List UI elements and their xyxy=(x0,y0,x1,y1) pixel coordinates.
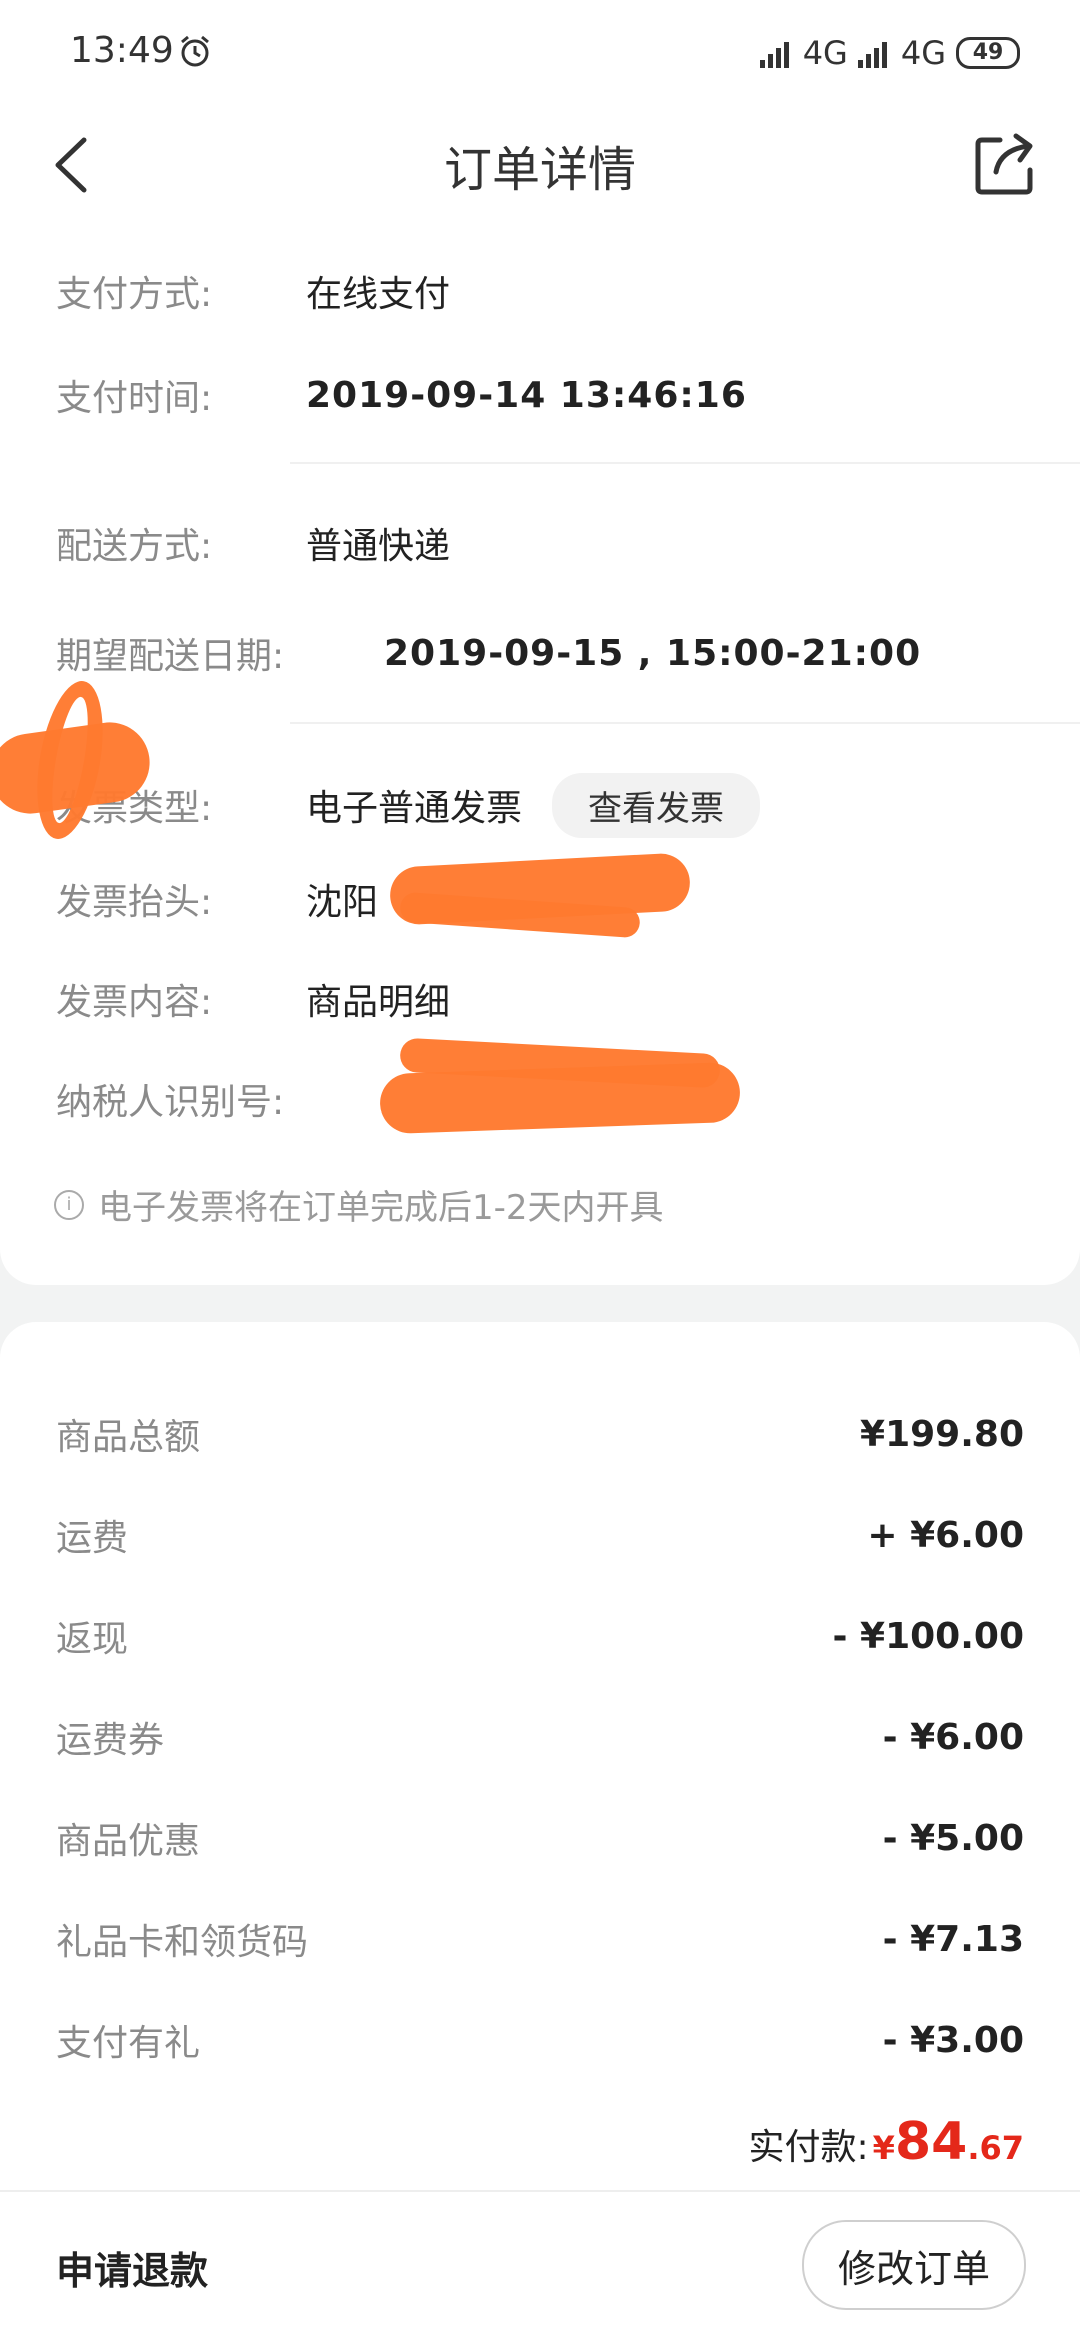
invoice-type-value: 电子普通发票 xyxy=(306,788,523,829)
amount-value: ¥199.80 xyxy=(860,1413,1024,1455)
amount-label: 商品优惠 xyxy=(56,1821,201,1862)
network-type-2: 4G xyxy=(900,34,946,72)
status-time: 13:49 xyxy=(70,30,174,71)
amount-label: 礼品卡和领货码 xyxy=(56,1922,309,1963)
total-paid-label: 实付款: xyxy=(748,2127,869,2168)
amount-label: 返现 xyxy=(56,1619,129,1660)
order-info-card: 支付方式: 在线支付 支付时间: 2019-09-14 13:46:16 配送方… xyxy=(0,240,1080,1285)
amount-value: - ¥6.00 xyxy=(882,1716,1024,1758)
share-icon[interactable] xyxy=(970,126,1042,198)
delivery-method-value: 普通快递 xyxy=(306,526,451,567)
invoice-content-label: 发票内容: xyxy=(56,982,213,1023)
amount-row: 支付有礼 - ¥3.00 xyxy=(56,2014,1024,2066)
invoice-title-value: 沈阳 xyxy=(306,882,379,923)
amount-row: 商品总额 ¥199.80 xyxy=(56,1408,1024,1460)
signal-icon xyxy=(759,38,789,68)
payment-method-value: 在线支付 xyxy=(306,274,451,315)
invoice-note: i 电子发票将在订单完成后1-2天内开具 xyxy=(54,1180,664,1229)
bottom-action-bar: 申请退款 修改订单 xyxy=(0,2190,1080,2342)
amount-value: + ¥6.00 xyxy=(867,1514,1024,1556)
delivery-method-label: 配送方式: xyxy=(56,526,213,567)
status-indicators: 4G 4G 49 xyxy=(759,34,1020,72)
battery-icon: 49 xyxy=(956,37,1020,69)
amount-row: 商品优惠 - ¥5.00 xyxy=(56,1812,1024,1864)
divider xyxy=(290,722,1080,724)
payment-time-value: 2019-09-14 13:46:16 xyxy=(306,374,747,416)
invoice-title-label: 发票抬头: xyxy=(56,882,213,923)
delivery-date-label: 期望配送日期: xyxy=(56,636,285,677)
amount-value: - ¥5.00 xyxy=(882,1817,1024,1859)
total-paid: 实付款: ¥ 84 .67 xyxy=(749,2112,1024,2172)
amount-label: 运费券 xyxy=(56,1720,165,1761)
amount-card: 商品总额 ¥199.80 运费 + ¥6.00 返现 - ¥100.00 运费券… xyxy=(0,1322,1080,2192)
amount-label: 支付有礼 xyxy=(56,2023,201,2064)
total-integer: 84 xyxy=(894,2112,968,2172)
delivery-date-value: 2019-09-15 , 15:00-21:00 xyxy=(384,632,922,674)
amount-label: 商品总额 xyxy=(56,1417,201,1458)
status-bar: 13:49 4G 4G 49 xyxy=(0,0,1080,110)
signal-icon xyxy=(857,38,887,68)
tax-id-label: 纳税人识别号: xyxy=(56,1082,285,1123)
payment-method-label: 支付方式: xyxy=(56,274,213,315)
invoice-type-row: 发票类型: 电子普通发票 查看发票 xyxy=(56,760,1024,850)
divider xyxy=(290,462,1080,464)
apply-refund-button[interactable]: 申请退款 xyxy=(56,2240,208,2295)
alarm-icon xyxy=(181,35,209,67)
total-decimal: .67 xyxy=(967,2129,1024,2167)
amount-row: 运费 + ¥6.00 xyxy=(56,1509,1024,1561)
network-type-1: 4G xyxy=(802,34,848,72)
amount-row: 运费券 - ¥6.00 xyxy=(56,1711,1024,1763)
invoice-note-text: 电子发票将在订单完成后1-2天内开具 xyxy=(98,1188,664,1228)
invoice-content-value: 商品明细 xyxy=(306,982,451,1023)
amount-value: - ¥7.13 xyxy=(882,1918,1024,1960)
delivery-date-row: 期望配送日期: 2019-09-15 , 15:00-21:00 xyxy=(56,618,1024,688)
amount-value: - ¥3.00 xyxy=(882,2019,1024,2061)
payment-method-row: 支付方式: 在线支付 xyxy=(56,256,1024,326)
header: 订单详情 xyxy=(0,110,1080,240)
modify-order-button[interactable]: 修改订单 xyxy=(802,2220,1026,2310)
total-currency: ¥ xyxy=(872,2129,895,2167)
invoice-content-row: 发票内容: 商品明细 xyxy=(56,964,1024,1034)
delivery-method-row: 配送方式: 普通快递 xyxy=(56,508,1024,578)
amount-label: 运费 xyxy=(56,1518,129,1559)
amount-row: 礼品卡和领货码 - ¥7.13 xyxy=(56,1913,1024,1965)
payment-time-label: 支付时间: xyxy=(56,378,213,419)
page-title: 订单详情 xyxy=(443,142,636,198)
amount-row: 返现 - ¥100.00 xyxy=(56,1610,1024,1662)
view-invoice-button[interactable]: 查看发票 xyxy=(552,772,761,838)
payment-time-row: 支付时间: 2019-09-14 13:46:16 xyxy=(56,360,1024,430)
info-icon: i xyxy=(54,1189,84,1220)
amount-value: - ¥100.00 xyxy=(832,1615,1024,1657)
